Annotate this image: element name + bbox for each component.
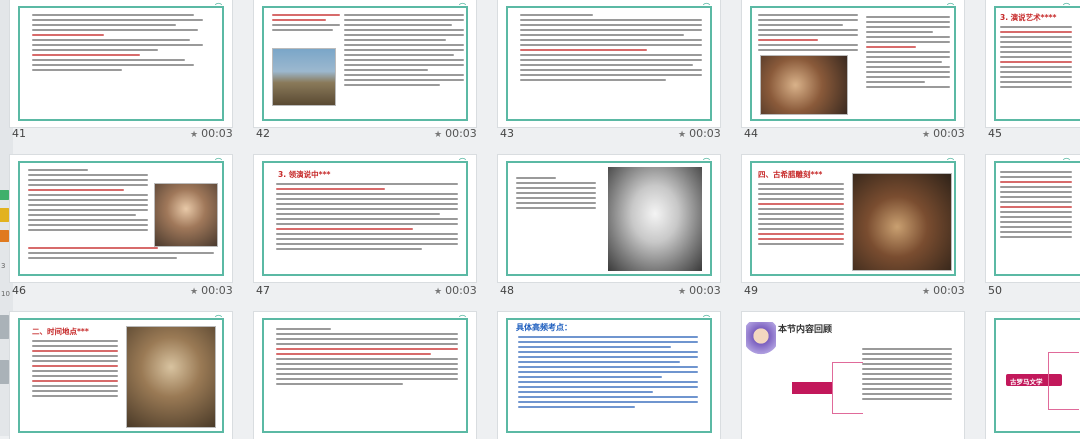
logo-icon: ⌒ — [1063, 3, 1070, 11]
slide-number: 46 — [12, 284, 26, 297]
slide-timing: ★ 00:03 — [922, 284, 965, 297]
mindmap-root — [792, 382, 832, 394]
star-icon: ★ — [678, 130, 687, 140]
slide-thumbnail[interactable]: ⌒ 具体高频考点： — [498, 312, 720, 439]
star-icon: ★ — [922, 287, 931, 297]
slide-timing: ★ 00:03 — [190, 127, 233, 140]
acropolis-image — [272, 48, 336, 106]
slide-title: 古罗马文学 — [1010, 378, 1043, 386]
star-icon: ★ — [190, 130, 199, 140]
logo-icon: ⌒ — [459, 3, 466, 11]
slide-thumbnail[interactable]: 本节内容回顾 — [742, 312, 964, 439]
logo-icon: ⌒ — [215, 3, 222, 11]
logo-icon: ⌒ — [703, 3, 710, 11]
slide-title: 3. 演说艺术**** — [1000, 13, 1057, 22]
slide-timing: ★ 00:03 — [434, 127, 477, 140]
slide-thumbnail[interactable]: ⌒ 3. 演说艺术**** — [986, 0, 1080, 127]
slide-number: 45 — [988, 127, 1002, 140]
slide-thumbnail[interactable]: 古罗马文学 — [986, 312, 1080, 439]
slide-number: 41 — [12, 127, 26, 140]
slide-timing: ★ 00:03 — [678, 284, 721, 297]
slide-number: 43 — [500, 127, 514, 140]
slide-thumbnail[interactable]: ⌒ 3. 领演说中*** — [254, 155, 476, 282]
logo-icon: ⌒ — [215, 158, 222, 166]
logo-icon: ⌒ — [947, 3, 954, 11]
slide-sorter-grid: ⌒ ⌒ ⌒ ⌒ ⌒ 3. 演说艺术**** 41 ★ 00:03 42 ★ 00… — [0, 0, 1080, 439]
slide-number: 44 — [744, 127, 758, 140]
slide-title: 本节内容回顾 — [778, 325, 833, 335]
star-icon: ★ — [190, 287, 199, 297]
slide-number: 50 — [988, 284, 1002, 297]
slide-timing: ★ 00:03 — [922, 127, 965, 140]
logo-icon: ⌒ — [459, 158, 466, 166]
star-icon: ★ — [922, 130, 931, 140]
star-icon: ★ — [434, 130, 443, 140]
logo-icon: ⌒ — [703, 315, 710, 323]
slide-timing: ★ 00:03 — [678, 127, 721, 140]
slide-thumbnail[interactable]: ⌒ — [254, 312, 476, 439]
slide-title: 3. 领演说中*** — [278, 170, 331, 179]
slide-thumbnail[interactable]: ⌒ — [498, 0, 720, 127]
painting-image — [126, 326, 216, 428]
painting-image — [852, 173, 952, 271]
slide-timing: ★ 00:03 — [190, 284, 233, 297]
avatar-illustration — [746, 322, 776, 362]
slide-number: 42 — [256, 127, 270, 140]
slide-number: 48 — [500, 284, 514, 297]
star-icon: ★ — [678, 287, 687, 297]
bust-image — [608, 167, 702, 271]
slide-thumbnail[interactable]: ⌒ 四、古希腊雕刻*** — [742, 155, 964, 282]
slide-thumbnail[interactable]: ⌒ — [986, 155, 1080, 282]
slide-number: 49 — [744, 284, 758, 297]
painting-image — [760, 55, 848, 115]
logo-icon: ⌒ — [215, 315, 222, 323]
slide-thumbnail[interactable]: ⌒ — [254, 0, 476, 127]
slide-timing: ★ 00:03 — [434, 284, 477, 297]
slide-thumbnail[interactable]: ⌒ — [742, 0, 964, 127]
slide-title: 具体高频考点： — [516, 323, 572, 332]
slide-thumbnail[interactable]: ⌒ 二、时间地点*** — [10, 312, 232, 439]
star-icon: ★ — [434, 287, 443, 297]
logo-icon: ⌒ — [703, 158, 710, 166]
slide-title: 四、古希腊雕刻*** — [758, 170, 823, 179]
logo-icon: ⌒ — [459, 315, 466, 323]
logo-icon: ⌒ — [1063, 158, 1070, 166]
slide-thumbnail[interactable]: ⌒ — [10, 155, 232, 282]
statue-image — [154, 183, 218, 247]
slide-thumbnail[interactable]: ⌒ — [498, 155, 720, 282]
slide-thumbnail[interactable]: ⌒ — [10, 0, 232, 127]
slide-title: 二、时间地点*** — [32, 327, 89, 336]
slide-number: 47 — [256, 284, 270, 297]
logo-icon: ⌒ — [947, 158, 954, 166]
